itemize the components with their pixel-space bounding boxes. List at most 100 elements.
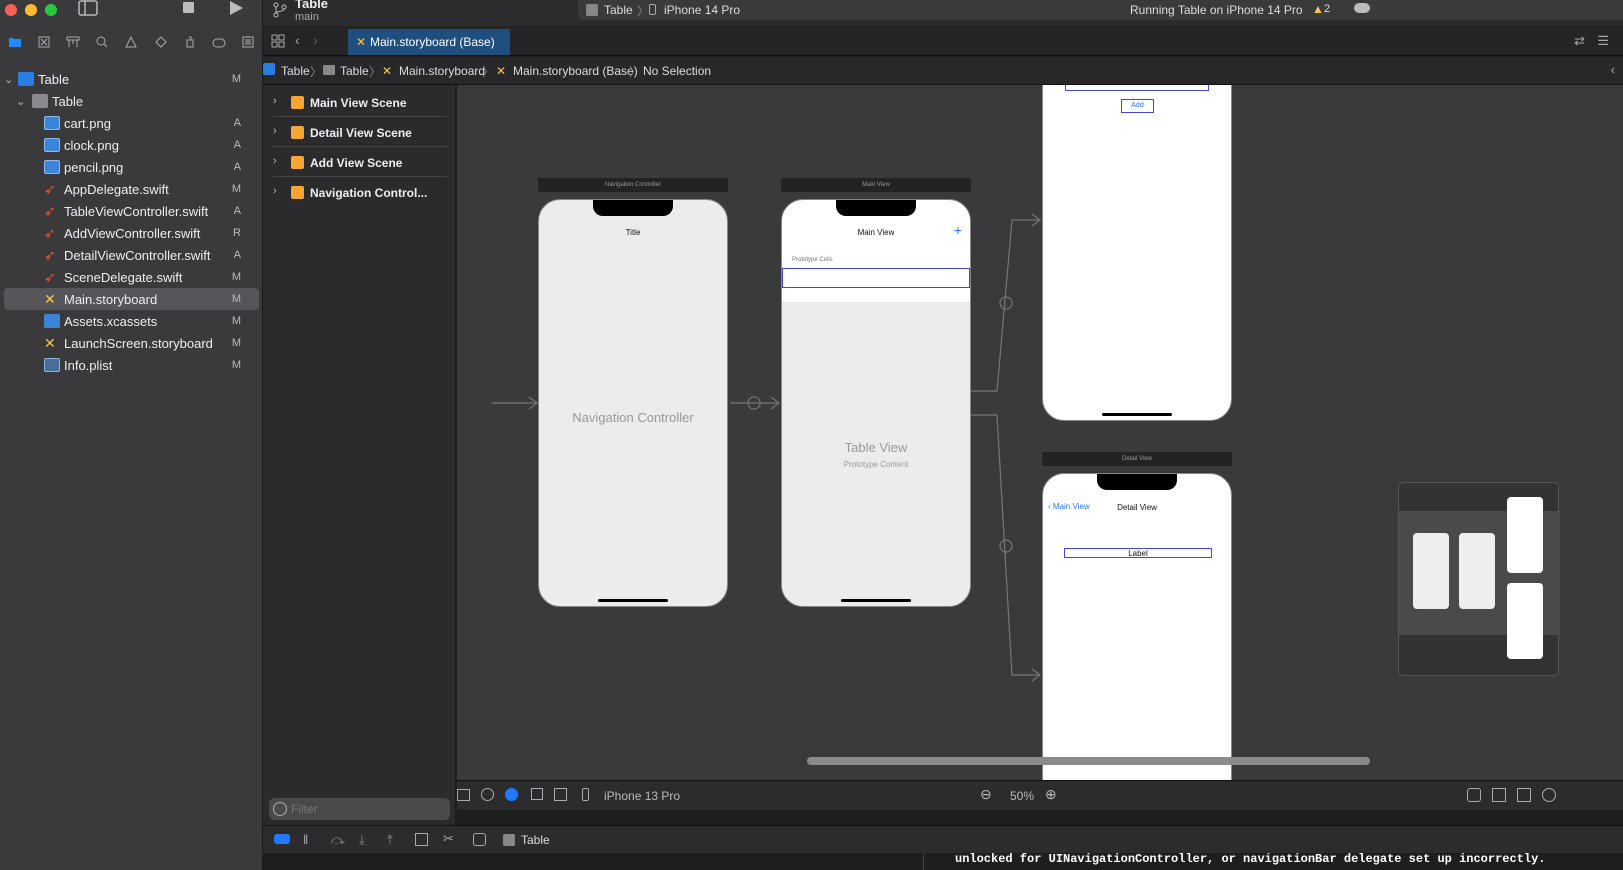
tree-item[interactable]: ✕ Main.storyboard M — [4, 288, 259, 310]
update-frames-icon[interactable] — [1467, 788, 1481, 802]
zoom-window-button[interactable] — [45, 4, 57, 16]
tree-item[interactable]: ➶ DetailViewController.swift A — [0, 244, 263, 266]
list-icon[interactable] — [239, 35, 257, 53]
diamond-icon[interactable] — [152, 35, 170, 53]
tree-item[interactable]: ✕ LaunchScreen.storyboard M — [0, 332, 263, 354]
scene-header-main-view[interactable]: Main View — [781, 178, 971, 192]
tree-item[interactable]: ➶ TableViewController.swift A — [0, 200, 263, 222]
warning-icon[interactable]: ▲ — [1312, 2, 1324, 16]
zoom-in-icon[interactable]: ⊕ — [1045, 786, 1057, 803]
tree-item[interactable]: ➶ AddViewController.swift R — [0, 222, 263, 244]
scheme-selector[interactable]: Table — [604, 3, 633, 17]
scene-header-detail-view[interactable]: Detail View — [1042, 452, 1232, 466]
canvas-minimap[interactable] — [1398, 482, 1560, 676]
detail-label[interactable]: Label — [1064, 548, 1212, 558]
spray-icon[interactable] — [181, 35, 199, 53]
close-window-button[interactable] — [5, 4, 17, 16]
prototype-cell[interactable] — [782, 268, 970, 288]
outline-add-view-scene[interactable]: › Add View Scene — [273, 147, 447, 177]
main-view-scene[interactable]: Main View + Prototype Cells Table View P… — [781, 199, 971, 607]
device-config-selector[interactable]: iPhone 13 Pro — [604, 789, 680, 803]
outline-detail-view-scene[interactable]: › Detail View Scene — [273, 117, 447, 147]
zoom-level[interactable]: 50% — [1010, 789, 1034, 803]
tree-item[interactable]: ⌄ Table M — [0, 68, 263, 90]
tree-item[interactable]: clock.png A — [0, 134, 263, 156]
breadcrumb-project[interactable]: Table — [281, 64, 310, 78]
plist-file-icon — [44, 358, 60, 372]
step-into-icon[interactable]: ⤓ — [359, 832, 365, 848]
disclosure-chevron-icon[interactable]: ⌄ — [4, 73, 14, 86]
chevron-right-icon[interactable]: › — [273, 185, 277, 197]
grid-icon[interactable] — [271, 34, 285, 53]
tree-item[interactable]: ➶ AppDelegate.swift M — [0, 178, 263, 200]
x-square-icon[interactable] — [35, 35, 53, 53]
resolve-issues-icon[interactable] — [1542, 788, 1556, 802]
filter-input[interactable] — [291, 800, 441, 818]
detail-view-scene[interactable]: ‹ Main View Detail View Label — [1042, 473, 1232, 780]
swift-file-icon: ➶ — [44, 181, 56, 197]
breadcrumb-folder[interactable]: Table — [340, 64, 369, 78]
chevron-left-icon[interactable]: ‹ — [1611, 62, 1615, 77]
scene-header-navigation-controller[interactable]: Navigation Controller — [538, 178, 728, 192]
tree-item[interactable]: Info.plist M — [0, 354, 263, 376]
back-arrow-icon[interactable]: ‹ — [295, 32, 300, 48]
memory-graph-icon[interactable]: ✂ — [443, 831, 454, 847]
appearance-icon[interactable] — [505, 788, 518, 801]
forward-arrow-icon[interactable]: › — [313, 32, 318, 48]
tree-item-label: DetailViewController.swift — [64, 247, 211, 263]
accessibility-icon[interactable] — [481, 788, 494, 801]
split-view-icon[interactable] — [554, 788, 567, 801]
chevron-right-icon[interactable]: › — [273, 125, 277, 137]
environment-overrides-icon[interactable] — [473, 833, 486, 846]
tree-item[interactable]: Assets.xcassets M — [0, 310, 263, 332]
warning-icon[interactable] — [122, 35, 140, 53]
add-text-field[interactable] — [1065, 85, 1209, 91]
outline-navigation-controller-scene[interactable]: › Navigation Control... — [273, 177, 447, 207]
breadcrumb-file[interactable]: Main.storyboard — [399, 64, 485, 78]
tree-item[interactable]: ⌄ Table — [0, 90, 263, 112]
swap-icon[interactable]: ⇄ — [1574, 33, 1585, 49]
toggle-outline-icon[interactable] — [457, 789, 470, 801]
storyboard-canvas[interactable]: Navigation Controller Title Navigation C… — [457, 85, 1623, 780]
outline-main-view-scene[interactable]: › Main View Scene — [273, 87, 447, 117]
hierarchy-icon[interactable] — [64, 35, 82, 53]
step-out-icon[interactable]: ⤒ — [387, 832, 393, 848]
cloud-icon[interactable] — [1354, 3, 1370, 13]
constraints-icon[interactable] — [1517, 788, 1531, 802]
editor-options-icon[interactable]: ☰ — [1597, 33, 1609, 49]
chevron-right-icon[interactable]: › — [273, 155, 277, 167]
add-bar-button[interactable]: + — [954, 222, 962, 238]
breadcrumb-variant[interactable]: Main.storyboard (Base) — [513, 64, 638, 78]
tree-item[interactable]: cart.png A — [0, 112, 263, 134]
folder-icon[interactable] — [6, 35, 24, 53]
zoom-out-icon[interactable]: ⊖ — [980, 786, 992, 803]
stop-button[interactable] — [182, 0, 196, 20]
debug-target[interactable]: Table — [521, 833, 550, 847]
toggle-console-icon[interactable] — [274, 834, 290, 844]
add-view-scene[interactable]: Add — [1042, 85, 1232, 421]
align-icon[interactable] — [1492, 788, 1506, 802]
navigation-controller-scene[interactable]: Title Navigation Controller — [538, 199, 728, 607]
tree-item[interactable]: ➶ SceneDelegate.swift M — [0, 266, 263, 288]
minimize-window-button[interactable] — [25, 4, 37, 16]
run-button[interactable] — [228, 0, 244, 20]
tab-main-storyboard[interactable]: ✕ Main.storyboard (Base) — [348, 29, 510, 55]
chevron-right-icon: 〉 — [482, 65, 495, 79]
view-hierarchy-icon[interactable] — [415, 833, 428, 846]
scene-icon — [291, 126, 304, 139]
tag-icon[interactable] — [210, 35, 228, 53]
chevron-right-icon[interactable]: › — [273, 95, 277, 107]
sidebar-toggle-icon[interactable] — [78, 0, 98, 20]
add-button[interactable]: Add — [1121, 99, 1154, 113]
disclosure-chevron-icon[interactable]: ⌄ — [16, 95, 26, 108]
horizontal-scrollbar[interactable] — [807, 757, 1370, 765]
device-selector[interactable]: iPhone 14 Pro — [664, 3, 740, 17]
step-over-icon[interactable]: ⤼ — [331, 832, 345, 848]
tree-item[interactable]: pencil.png A — [0, 156, 263, 178]
pause-icon[interactable]: ‖ — [303, 832, 308, 847]
orientation-icon[interactable] — [531, 788, 543, 800]
table-view[interactable]: Table View Prototype Content — [782, 302, 970, 606]
search-icon[interactable] — [93, 35, 111, 53]
filter-field-container[interactable] — [269, 798, 450, 820]
breadcrumb-selection[interactable]: No Selection — [643, 64, 711, 78]
